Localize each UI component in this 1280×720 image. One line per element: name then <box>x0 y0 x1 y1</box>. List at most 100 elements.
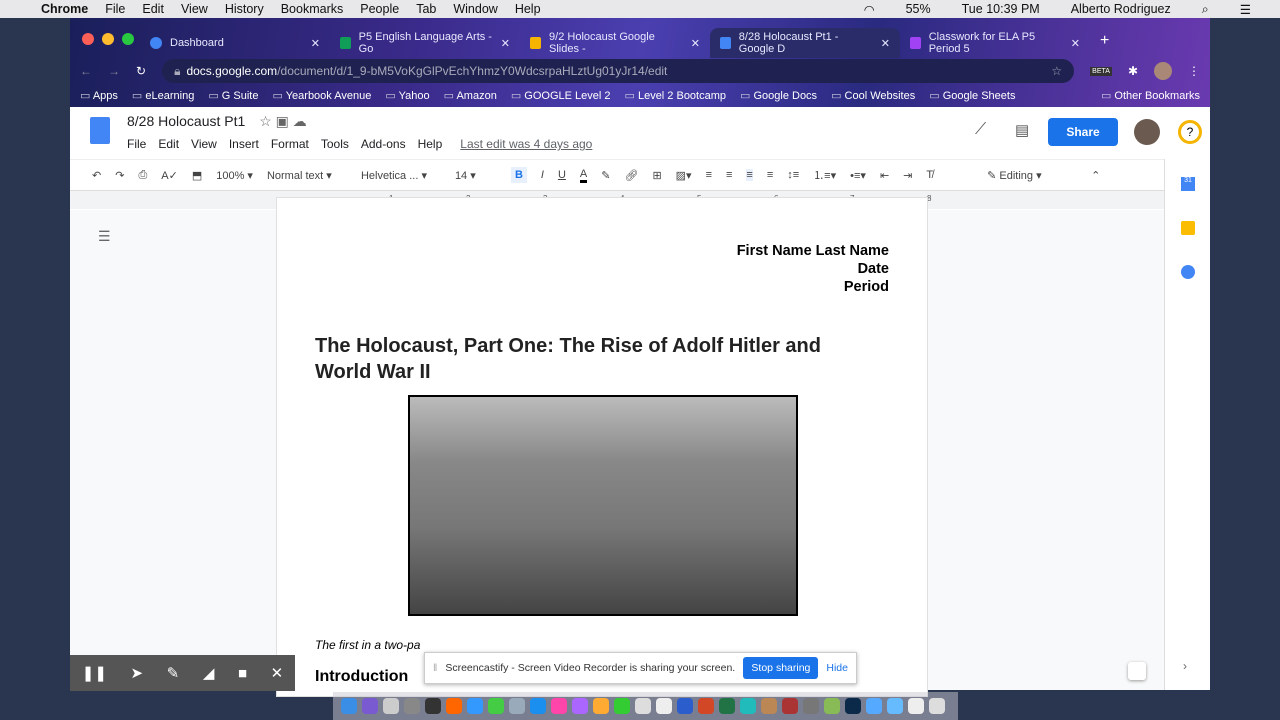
app-menu[interactable]: Chrome <box>41 2 88 16</box>
docs-menu-view[interactable]: View <box>191 137 217 151</box>
docs-menu-insert[interactable]: Insert <box>229 137 259 151</box>
clock[interactable]: Tue 10:39 PM <box>962 2 1040 16</box>
photo-booth-icon[interactable] <box>782 698 798 714</box>
calendar-icon[interactable]: 31 <box>1181 177 1195 191</box>
zoom-select[interactable]: 100% ▾ <box>216 169 253 182</box>
pen-icon[interactable]: ✎ <box>167 664 180 682</box>
launchpad-icon[interactable] <box>404 698 420 714</box>
eraser-icon[interactable]: ◢ <box>203 664 215 682</box>
paint-format-icon[interactable]: ⬒ <box>192 169 202 182</box>
itunes-icon[interactable] <box>551 698 567 714</box>
close-window-button[interactable] <box>82 33 94 45</box>
bookmark-gsuite[interactable]: G Suite <box>208 89 259 102</box>
menu-window[interactable]: Window <box>453 2 497 16</box>
bold-button[interactable]: B <box>510 167 527 183</box>
close-icon[interactable]: ✕ <box>691 37 700 50</box>
align-center-icon[interactable]: ≡ <box>726 169 732 181</box>
bookmark-yahoo[interactable]: Yahoo <box>385 89 430 102</box>
bookmark-amazon[interactable]: Amazon <box>444 89 496 102</box>
bookmark-google-sheets[interactable]: Google Sheets <box>929 89 1016 102</box>
forward-icon[interactable]: → <box>108 64 120 78</box>
comments-icon[interactable]: ▤ <box>1015 121 1029 139</box>
tab-holocaust-slides[interactable]: 9/2 Holocaust Google Slides - ✕ <box>520 28 710 58</box>
downloads-folder-icon[interactable] <box>887 698 903 714</box>
link-icon[interactable]: 🔗︎ <box>624 169 638 182</box>
tab-classwork[interactable]: Classwork for ELA P5 Period 5 ✕ <box>900 28 1090 58</box>
help-app-icon[interactable] <box>635 698 651 714</box>
menu-help[interactable]: Help <box>515 2 541 16</box>
underline-button[interactable]: U <box>558 169 566 181</box>
photoshop-icon[interactable] <box>845 698 861 714</box>
bookmark-yearbook[interactable]: Yearbook Avenue <box>272 89 372 102</box>
menu-tab[interactable]: Tab <box>416 2 436 16</box>
more-icon[interactable]: ⋮ <box>1188 64 1200 78</box>
stop-sharing-button[interactable]: Stop sharing <box>743 657 819 679</box>
decrease-indent-icon[interactable]: ⇤ <box>880 169 889 182</box>
tab-dashboard[interactable]: Dashboard ✕ <box>140 28 330 58</box>
help-icon[interactable]: ? <box>1178 120 1202 144</box>
docs-menu-file[interactable]: File <box>127 137 146 151</box>
align-left-icon[interactable]: ≡ <box>706 169 712 181</box>
firefox-icon[interactable] <box>446 698 462 714</box>
tab-holocaust-doc[interactable]: 8/28 Holocaust Pt1 - Google D ✕ <box>710 28 900 58</box>
extension-beta-badge[interactable]: BETA <box>1090 66 1112 76</box>
redo-icon[interactable]: ↷ <box>115 169 124 182</box>
share-button[interactable]: Share <box>1048 118 1118 146</box>
bookmark-apps[interactable]: Apps <box>80 89 118 102</box>
style-select[interactable]: Normal text ▾ <box>267 169 347 182</box>
dashboard-icon[interactable] <box>425 698 441 714</box>
safari-icon[interactable] <box>467 698 483 714</box>
bookmark-cool-websites[interactable]: Cool Websites <box>831 89 916 102</box>
battery-status[interactable]: 55% <box>906 2 931 16</box>
font-select[interactable]: Helvetica ... ▾ <box>361 169 441 182</box>
url-input[interactable]: 🔒︎ docs.google.com/document/d/1_9-bM5VoKg… <box>162 59 1075 83</box>
other-bookmarks[interactable]: Other Bookmarks <box>1101 89 1200 102</box>
chrome-icon[interactable] <box>488 698 504 714</box>
reload-icon[interactable]: ↻ <box>136 64 146 78</box>
docs-menu-addons[interactable]: Add-ons <box>361 137 406 151</box>
zoom-button[interactable] <box>122 33 134 45</box>
menu-edit[interactable]: Edit <box>142 2 164 16</box>
docs-menu-format[interactable]: Format <box>271 137 309 151</box>
bookmark-elearning[interactable]: eLearning <box>132 89 194 102</box>
close-icon[interactable]: ✕ <box>881 37 890 50</box>
bookmark-google-level2[interactable]: GOOGLE Level 2 <box>511 89 610 102</box>
powerpoint-icon[interactable] <box>698 698 714 714</box>
user-name[interactable]: Alberto Rodriguez <box>1071 2 1171 16</box>
increase-indent-icon[interactable]: ⇥ <box>903 169 912 182</box>
close-icon[interactable]: ✕ <box>271 664 284 682</box>
wifi-icon[interactable]: ◠ <box>864 2 875 17</box>
messages-icon[interactable] <box>866 698 882 714</box>
star-icon[interactable]: ☆ <box>259 113 272 129</box>
highlight-icon[interactable]: ✎ <box>601 169 610 182</box>
explore-icon[interactable] <box>1128 662 1146 680</box>
bulleted-list-icon[interactable]: •≡▾ <box>850 169 866 182</box>
italic-button[interactable]: I <box>541 169 544 181</box>
activity-icon[interactable]: ⟋ <box>975 121 986 139</box>
outline-icon[interactable]: ☰ <box>98 228 111 245</box>
drag-handle[interactable]: ‖ <box>433 662 437 674</box>
pause-icon[interactable]: ❚❚ <box>82 664 107 682</box>
line-spacing-icon[interactable]: ↕≡ <box>787 169 799 181</box>
documents-icon[interactable] <box>908 698 924 714</box>
comment-add-icon[interactable]: ⊞ <box>652 169 661 182</box>
c-app-icon[interactable] <box>740 698 756 714</box>
camera-icon[interactable]: ■ <box>238 665 247 682</box>
expand-panel-icon[interactable]: › <box>1183 659 1187 673</box>
spellcheck-icon[interactable]: A✓ <box>161 169 178 182</box>
minimize-button[interactable] <box>102 33 114 45</box>
system-preferences-icon[interactable] <box>803 698 819 714</box>
finder-icon[interactable] <box>341 698 357 714</box>
tasks-icon[interactable] <box>1181 265 1195 279</box>
cursor-icon[interactable]: ➤ <box>131 664 144 682</box>
maps-icon[interactable] <box>824 698 840 714</box>
menu-bookmarks[interactable]: Bookmarks <box>281 2 344 16</box>
numbered-list-icon[interactable]: ⒈≡▾ <box>813 167 836 183</box>
search-icon[interactable]: ⌕ <box>1202 2 1209 17</box>
account-avatar[interactable] <box>1134 119 1160 145</box>
siri-icon[interactable] <box>362 698 378 714</box>
align-right-icon[interactable]: ≡ <box>746 169 753 181</box>
doc-title[interactable]: 8/28 Holocaust Pt1 ☆ ▣ ☁ <box>127 113 307 130</box>
text-color-button[interactable]: A <box>579 168 588 183</box>
justify-icon[interactable]: ≡ <box>767 169 773 181</box>
